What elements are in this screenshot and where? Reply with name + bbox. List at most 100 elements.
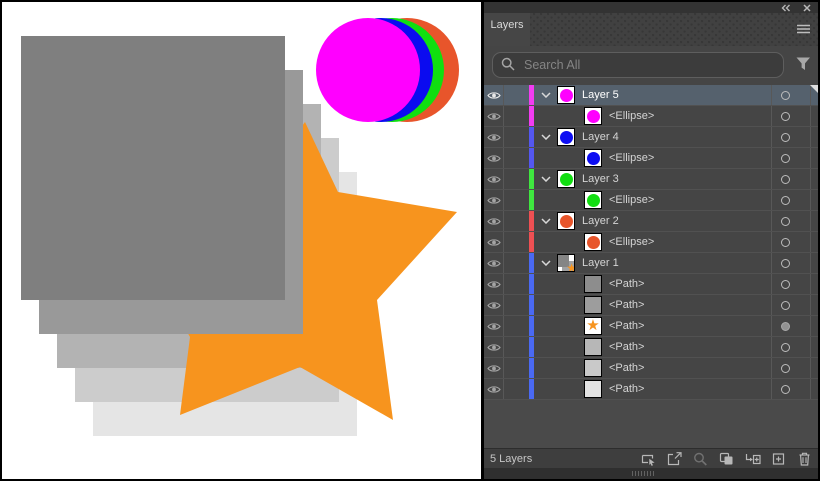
target-circle[interactable] — [781, 91, 790, 100]
layer-row[interactable]: <Path> — [484, 337, 818, 358]
lock-toggle-cell[interactable] — [504, 190, 529, 210]
layer-row[interactable]: <Ellipse> — [484, 190, 818, 211]
target-circle[interactable] — [781, 238, 790, 247]
visibility-eye-icon[interactable] — [484, 148, 504, 168]
layer-thumbnail — [584, 233, 602, 251]
filter-icon[interactable] — [796, 57, 811, 74]
target-circle[interactable] — [781, 196, 790, 205]
search-input[interactable] — [522, 57, 775, 73]
target-circle[interactable] — [781, 259, 790, 268]
search-box[interactable] — [492, 52, 784, 78]
target-circle[interactable] — [781, 112, 790, 121]
layers-empty-area[interactable] — [484, 400, 818, 448]
target-circle[interactable] — [781, 301, 790, 310]
layer-name: Layer 2 — [582, 215, 619, 227]
chevron-down-icon[interactable] — [538, 260, 554, 266]
collapse-panels-icon[interactable] — [781, 4, 791, 12]
lock-toggle-cell[interactable] — [504, 274, 529, 294]
target-cell — [771, 379, 810, 399]
layers-panel: Layers — [484, 2, 818, 479]
magenta-ellipse[interactable] — [316, 18, 420, 122]
collect-for-export-icon[interactable] — [640, 451, 657, 466]
visibility-eye-icon[interactable] — [484, 316, 504, 336]
artboard-canvas[interactable] — [2, 2, 481, 479]
layer-name: <Path> — [609, 383, 644, 395]
gray-square-1[interactable] — [21, 36, 285, 300]
tab-layers[interactable]: Layers — [484, 13, 530, 46]
lock-toggle-cell[interactable] — [504, 358, 529, 378]
target-circle[interactable] — [781, 217, 790, 226]
visibility-eye-icon[interactable] — [484, 337, 504, 357]
layer-row[interactable]: <Path> — [484, 295, 818, 316]
target-cell — [771, 211, 810, 231]
target-circle[interactable] — [781, 385, 790, 394]
target-circle[interactable] — [781, 154, 790, 163]
lock-toggle-cell[interactable] — [504, 169, 529, 189]
chevron-down-icon[interactable] — [538, 92, 554, 98]
chevron-down-icon[interactable] — [538, 218, 554, 224]
row-content: <Ellipse> — [534, 148, 771, 168]
visibility-eye-icon[interactable] — [484, 85, 504, 105]
layer-row[interactable]: Layer 3 — [484, 169, 818, 190]
layer-row[interactable]: <Ellipse> — [484, 232, 818, 253]
row-right-gutter — [810, 127, 818, 147]
external-link-icon[interactable] — [666, 451, 683, 466]
target-circle[interactable] — [781, 322, 790, 331]
target-circle[interactable] — [781, 175, 790, 184]
lock-toggle-cell[interactable] — [504, 253, 529, 273]
layer-row[interactable]: ★ <Path> — [484, 316, 818, 337]
row-content: <Path> — [534, 358, 771, 378]
chevron-down-icon[interactable] — [538, 134, 554, 140]
panel-menu-icon[interactable] — [797, 24, 810, 37]
target-cell — [771, 190, 810, 210]
lock-toggle-cell[interactable] — [504, 337, 529, 357]
visibility-eye-icon[interactable] — [484, 127, 504, 147]
layer-row[interactable]: <Path> — [484, 379, 818, 400]
visibility-eye-icon[interactable] — [484, 169, 504, 189]
new-sublayer-icon[interactable] — [744, 451, 761, 466]
target-circle[interactable] — [781, 343, 790, 352]
visibility-eye-icon[interactable] — [484, 232, 504, 252]
row-right-gutter — [810, 169, 818, 189]
row-content: <Ellipse> — [534, 232, 771, 252]
visibility-eye-icon[interactable] — [484, 295, 504, 315]
visibility-eye-icon[interactable] — [484, 211, 504, 231]
resize-gripper[interactable] — [632, 471, 656, 476]
lock-toggle-cell[interactable] — [504, 295, 529, 315]
layer-thumbnail — [584, 359, 602, 377]
layer-row[interactable]: ★ Layer 1 — [484, 253, 818, 274]
layer-row[interactable]: <Path> — [484, 274, 818, 295]
layer-row[interactable]: Layer 5 — [484, 85, 818, 106]
visibility-eye-icon[interactable] — [484, 379, 504, 399]
row-right-gutter — [810, 106, 818, 126]
layer-row[interactable]: <Path> — [484, 358, 818, 379]
lock-toggle-cell[interactable] — [504, 232, 529, 252]
lock-toggle-cell[interactable] — [504, 379, 529, 399]
layer-name: <Ellipse> — [609, 236, 654, 248]
lock-toggle-cell[interactable] — [504, 106, 529, 126]
lock-toggle-cell[interactable] — [504, 85, 529, 105]
visibility-eye-icon[interactable] — [484, 190, 504, 210]
target-circle[interactable] — [781, 364, 790, 373]
make-clipping-mask-icon[interactable] — [718, 451, 735, 466]
chevron-down-icon[interactable] — [538, 176, 554, 182]
new-layer-icon[interactable] — [770, 451, 787, 466]
layer-row[interactable]: Layer 2 — [484, 211, 818, 232]
lock-toggle-cell[interactable] — [504, 127, 529, 147]
visibility-eye-icon[interactable] — [484, 253, 504, 273]
layer-row[interactable]: <Ellipse> — [484, 106, 818, 127]
target-circle[interactable] — [781, 280, 790, 289]
visibility-eye-icon[interactable] — [484, 358, 504, 378]
close-icon[interactable] — [803, 4, 811, 12]
lock-toggle-cell[interactable] — [504, 148, 529, 168]
locate-object-icon[interactable] — [692, 451, 709, 466]
lock-toggle-cell[interactable] — [504, 316, 529, 336]
lock-toggle-cell[interactable] — [504, 211, 529, 231]
delete-selection-icon[interactable] — [796, 451, 813, 466]
layer-name: <Ellipse> — [609, 152, 654, 164]
target-circle[interactable] — [781, 133, 790, 142]
layer-row[interactable]: <Ellipse> — [484, 148, 818, 169]
visibility-eye-icon[interactable] — [484, 106, 504, 126]
layer-row[interactable]: Layer 4 — [484, 127, 818, 148]
visibility-eye-icon[interactable] — [484, 274, 504, 294]
